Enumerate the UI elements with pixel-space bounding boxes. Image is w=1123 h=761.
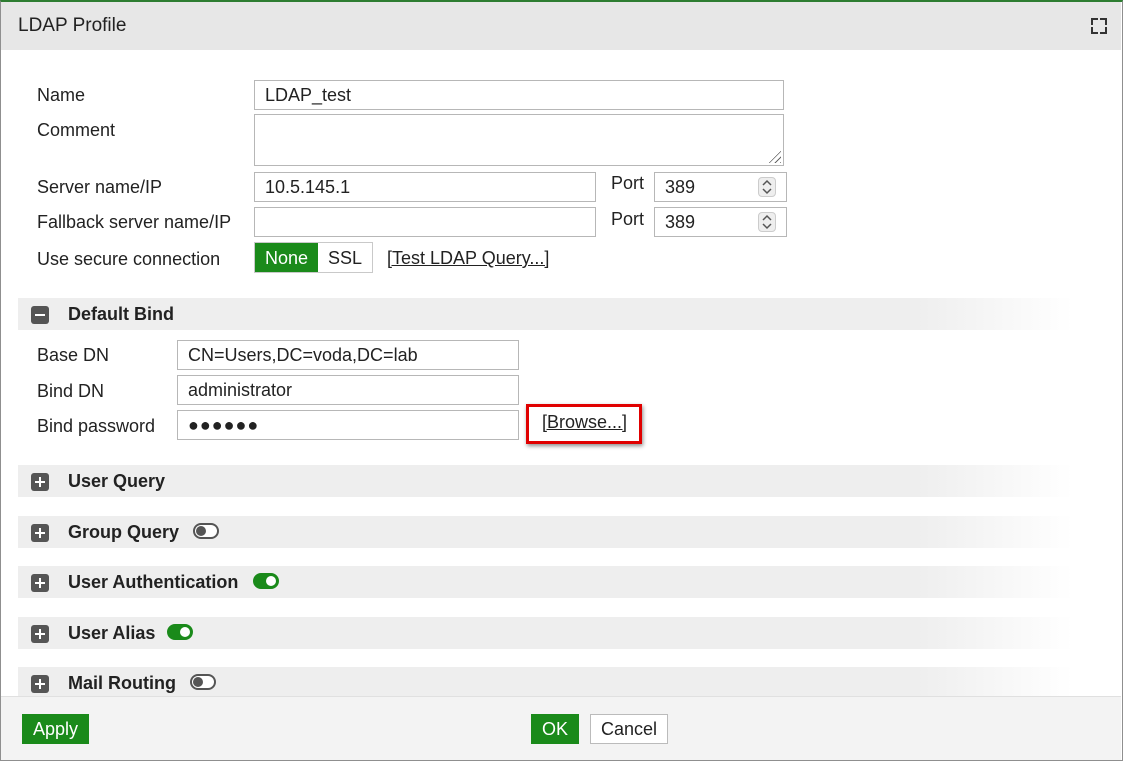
section-group-query[interactable]: Group Query <box>18 516 1073 548</box>
fallback-label: Fallback server name/IP <box>37 212 232 232</box>
dialog-titlebar: LDAP Profile <box>1 2 1121 50</box>
base-dn-label: Base DN <box>37 345 110 365</box>
maximize-icon[interactable] <box>1091 18 1107 34</box>
section-mail-routing[interactable]: Mail Routing <box>18 667 1073 699</box>
apply-button[interactable]: Apply <box>22 714 90 744</box>
section-default-bind[interactable]: Default Bind <box>18 298 1073 330</box>
fallback-input[interactable] <box>254 207 596 237</box>
bind-password-label: Bind password <box>37 416 156 436</box>
plus-box-icon[interactable] <box>31 675 49 693</box>
fallback-port-value: 389 <box>665 212 696 232</box>
base-dn-input[interactable]: CN=Users,DC=voda,DC=lab <box>177 340 519 370</box>
cancel-button[interactable]: Cancel <box>590 714 669 744</box>
dialog-footer: Apply OK Cancel <box>1 696 1121 760</box>
user-alias-toggle[interactable] <box>167 624 193 640</box>
bind-dn-label: Bind DN <box>37 381 105 401</box>
section-title: Mail Routing <box>68 673 176 693</box>
section-user-query[interactable]: User Query <box>18 465 1073 497</box>
port-spinner-icon[interactable] <box>758 177 776 197</box>
secure-option-none[interactable]: None <box>255 243 319 272</box>
plus-box-icon[interactable] <box>31 524 49 542</box>
mail-routing-toggle[interactable] <box>190 674 216 690</box>
plus-box-icon[interactable] <box>31 574 49 592</box>
user-authentication-toggle[interactable] <box>253 573 279 589</box>
plus-box-icon[interactable] <box>31 473 49 491</box>
ok-button[interactable]: OK <box>531 714 580 744</box>
section-title: Group Query <box>68 522 180 542</box>
minus-box-icon[interactable] <box>31 306 49 324</box>
section-title: User Authentication <box>68 572 239 592</box>
port-input[interactable]: 389 <box>654 172 787 202</box>
plus-box-icon[interactable] <box>31 625 49 643</box>
name-input[interactable]: LDAP_test <box>254 80 784 110</box>
secure-connection-label: Use secure connection <box>37 249 221 269</box>
section-title: User Alias <box>68 623 156 643</box>
section-user-alias[interactable]: User Alias <box>18 617 1073 649</box>
section-title: User Query <box>68 471 166 491</box>
bind-password-input[interactable]: ●●●●●● <box>177 410 519 440</box>
section-title: Default Bind <box>68 304 174 324</box>
secure-option-ssl[interactable]: SSL <box>318 243 373 272</box>
name-label: Name <box>37 85 86 105</box>
section-user-authentication[interactable]: User Authentication <box>18 566 1073 598</box>
secure-connection-toggle: None SSL <box>254 242 374 273</box>
comment-label: Comment <box>37 120 116 140</box>
server-input[interactable]: 10.5.145.1 <box>254 172 596 202</box>
comment-textarea[interactable] <box>254 114 784 166</box>
fallback-port-label: Port <box>611 209 645 229</box>
group-query-toggle[interactable] <box>193 523 219 539</box>
fallback-port-spinner-icon[interactable] <box>758 212 776 232</box>
fallback-port-input[interactable]: 389 <box>654 207 787 237</box>
resize-grip-icon[interactable] <box>767 149 781 163</box>
browse-link[interactable]: [Browse...] <box>542 412 627 433</box>
port-value: 389 <box>665 177 696 197</box>
bind-dn-input[interactable]: administrator <box>177 375 519 405</box>
test-ldap-query-link[interactable]: [Test LDAP Query...] <box>387 248 549 269</box>
port-label: Port <box>611 173 645 193</box>
dialog-title: LDAP Profile <box>18 15 127 36</box>
server-label: Server name/IP <box>37 177 163 197</box>
